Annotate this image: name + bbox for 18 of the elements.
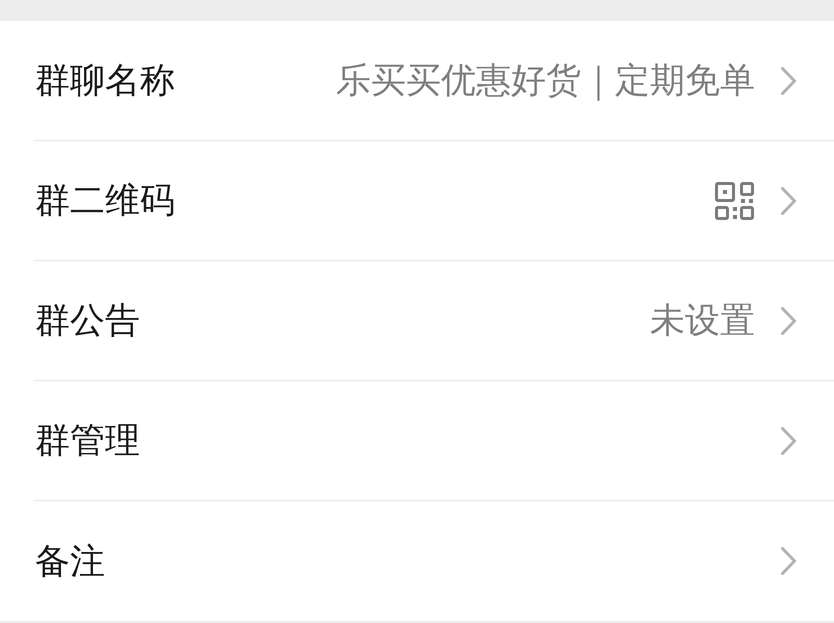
settings-row[interactable]: 群管理 <box>0 381 834 501</box>
setting-value: 乐买买优惠好货｜定期免单 <box>336 60 755 103</box>
chevron-right-icon[interactable] <box>781 426 796 454</box>
chevron-right-icon[interactable] <box>781 547 796 575</box>
settings-row[interactable]: 群二维码 <box>0 141 834 261</box>
setting-label: 群聊名称 <box>35 60 175 103</box>
chevron-right-icon[interactable] <box>781 306 796 334</box>
setting-label: 群二维码 <box>35 180 175 223</box>
settings-row[interactable]: 备注 <box>0 501 834 621</box>
setting-label: 群公告 <box>35 300 140 343</box>
chevron-right-icon[interactable] <box>781 186 796 214</box>
settings-row[interactable]: 群公告 未设置 <box>0 261 834 381</box>
settings-row[interactable]: 群聊名称 乐买买优惠好货｜定期免单 <box>0 21 834 141</box>
setting-label: 群管理 <box>35 420 140 463</box>
chevron-right-icon[interactable] <box>781 66 796 94</box>
setting-label: 备注 <box>35 540 105 584</box>
qr-code-icon <box>715 182 754 220</box>
setting-value: 未设置 <box>650 300 755 343</box>
